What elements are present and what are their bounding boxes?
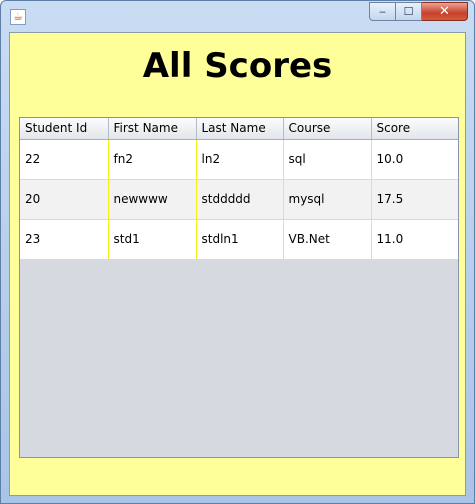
scores-table[interactable]: Student Id First Name Last Name Course S… <box>20 118 458 260</box>
column-header-student-id[interactable]: Student Id <box>20 118 109 140</box>
caption-buttons: ‒ ☐ ✕ <box>369 2 468 21</box>
table-row[interactable]: 23 std1 stdln1 VB.Net 11.0 <box>20 219 458 260</box>
title-bar[interactable]: ☕ ‒ ☐ ✕ <box>1 1 474 31</box>
column-header-last-name[interactable]: Last Name <box>196 118 284 140</box>
java-coffee-icon[interactable]: ☕ <box>10 9 26 25</box>
student-id-cell[interactable]: 22 <box>20 139 109 180</box>
app-window: ☕ ‒ ☐ ✕ All Scores Student Id First Name… <box>0 0 475 504</box>
course-cell[interactable]: mysql <box>283 179 372 220</box>
table-row[interactable]: 20 newwww stddddd mysql 17.5 <box>20 179 458 220</box>
first-name-cell[interactable]: std1 <box>108 219 197 260</box>
last-name-cell[interactable]: stddddd <box>196 179 284 220</box>
table-header-row: Student Id First Name Last Name Course S… <box>20 118 458 140</box>
score-cell[interactable]: 17.5 <box>371 179 458 220</box>
table-row[interactable]: 22 fn2 ln2 sql 10.0 <box>20 139 458 180</box>
close-button[interactable]: ✕ <box>422 2 468 21</box>
minimize-button[interactable]: ‒ <box>369 2 396 21</box>
page-title: All Scores <box>142 46 333 86</box>
score-cell[interactable]: 10.0 <box>371 139 458 180</box>
column-header-score[interactable]: Score <box>371 118 458 140</box>
course-cell[interactable]: VB.Net <box>283 219 372 260</box>
column-header-course[interactable]: Course <box>283 118 372 140</box>
content-panel: All Scores Student Id First Name Last Na… <box>9 32 466 496</box>
last-name-cell[interactable]: ln2 <box>196 139 284 180</box>
column-header-first-name[interactable]: First Name <box>108 118 197 140</box>
last-name-cell[interactable]: stdln1 <box>196 219 284 260</box>
score-cell[interactable]: 11.0 <box>371 219 458 260</box>
first-name-cell[interactable]: fn2 <box>108 139 197 180</box>
scores-table-scroll-pane[interactable]: Student Id First Name Last Name Course S… <box>19 117 459 458</box>
maximize-button[interactable]: ☐ <box>396 2 422 21</box>
first-name-cell[interactable]: newwww <box>108 179 197 220</box>
student-id-cell[interactable]: 20 <box>20 179 109 220</box>
course-cell[interactable]: sql <box>283 139 372 180</box>
student-id-cell[interactable]: 23 <box>20 219 109 260</box>
